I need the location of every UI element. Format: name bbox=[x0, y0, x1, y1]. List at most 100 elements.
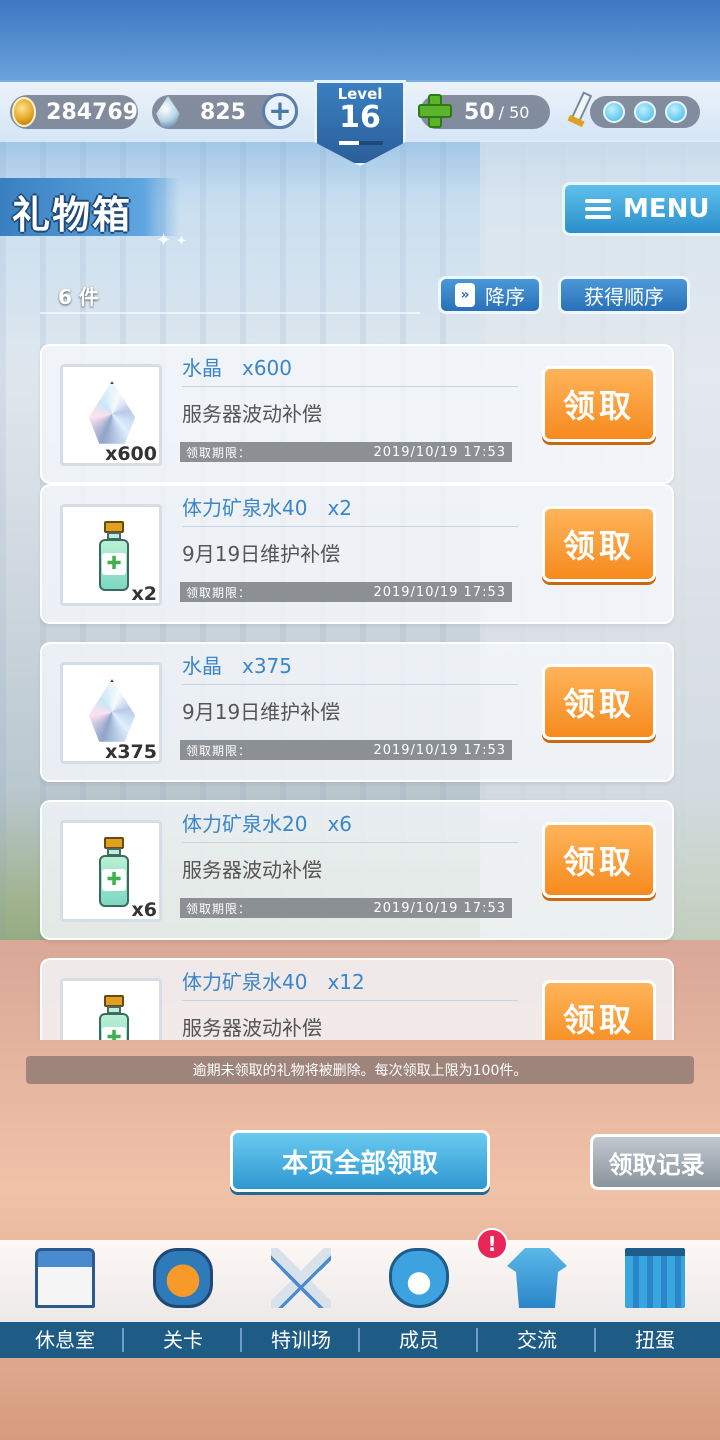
charge-dot-icon bbox=[665, 101, 688, 123]
nav-separator bbox=[122, 1328, 124, 1352]
claim-button[interactable]: 领取 bbox=[542, 822, 656, 898]
gift-description: 9月19日维护补偿 bbox=[182, 700, 341, 724]
divider bbox=[182, 1000, 518, 1001]
gift-card: x375 水晶 x375 9月19日维护补偿领取期限： 2019/10/19 17:5… bbox=[40, 642, 674, 782]
coat-icon bbox=[507, 1248, 567, 1308]
gem-icon bbox=[156, 96, 180, 128]
sort-direction-label: 降序 bbox=[485, 284, 525, 309]
gift-list[interactable]: x600 水晶 x600 服务器波动补偿 领取期限： 2019/10/19 17:53 领… bbox=[0, 330, 720, 1040]
coin-counter: 284769 bbox=[10, 95, 138, 129]
gift-quantity: x6 bbox=[131, 899, 157, 921]
claim-all-button[interactable]: 本页全部领取 bbox=[230, 1130, 490, 1192]
nav-item[interactable]: 成员 bbox=[360, 1244, 478, 1358]
claim-button[interactable]: 领取 bbox=[542, 506, 656, 582]
coin-value: 284769 bbox=[46, 99, 138, 125]
sparkle-icon: ✦ bbox=[176, 234, 187, 249]
nav-item[interactable]: 关卡 bbox=[124, 1244, 242, 1358]
expiry-label: 领取期限： bbox=[186, 901, 252, 916]
gift-expiry: 领取期限： 2019/10/19 17:53 bbox=[180, 582, 512, 602]
devil-icon bbox=[153, 1248, 213, 1308]
plus-icon: + bbox=[268, 94, 292, 127]
sort-order-button[interactable]: 获得顺序 bbox=[558, 276, 690, 314]
claim-button[interactable]: 领取 bbox=[542, 366, 656, 442]
coin-icon bbox=[12, 97, 37, 127]
bottle-icon: ✚ bbox=[99, 995, 129, 1040]
gift-thumbnail: x600 bbox=[60, 364, 162, 466]
school-icon bbox=[35, 1248, 95, 1308]
nav-item[interactable]: 特训场 bbox=[242, 1244, 360, 1358]
buy-gems-button[interactable]: + bbox=[262, 93, 298, 129]
nav-label: 特训场 bbox=[271, 1328, 331, 1352]
sparkle-icon: ✦ bbox=[156, 230, 172, 251]
nav-label: 关卡 bbox=[163, 1328, 203, 1352]
expiry-date: 2019/10/19 17:53 bbox=[373, 444, 506, 460]
sort-direction-button[interactable]: » 降序 bbox=[438, 276, 542, 314]
expiry-notice: 逾期未领取的礼物将被删除。每次领取上限为100件。 bbox=[26, 1056, 694, 1084]
nav-label: 扭蛋 bbox=[635, 1328, 675, 1352]
divider bbox=[182, 386, 518, 387]
gift-name: 体力矿泉水20 x6 bbox=[182, 812, 353, 836]
gift-expiry: 领取期限： 2019/10/19 17:53 bbox=[180, 442, 512, 462]
crystal-icon bbox=[88, 381, 136, 444]
expiry-date: 2019/10/19 17:53 bbox=[373, 742, 506, 758]
gift-thumbnail: ✚ x2 bbox=[60, 504, 162, 606]
gift-card: x600 水晶 x600 服务器波动补偿 领取期限： 2019/10/19 17:53 领… bbox=[40, 344, 674, 484]
gift-description: 服务器波动补偿 bbox=[182, 1016, 322, 1040]
charge-dot-icon bbox=[602, 101, 625, 123]
gift-count: 6 件 bbox=[58, 285, 99, 309]
level-number: 16 bbox=[339, 100, 381, 135]
gift-name: 水晶 x600 bbox=[182, 356, 293, 380]
sort-order-label: 获得顺序 bbox=[584, 284, 664, 309]
gift-expiry: 领取期限： 2019/10/19 17:53 bbox=[180, 740, 512, 760]
gem-value: 825 bbox=[200, 99, 246, 125]
chevron-down-icon: » bbox=[455, 283, 475, 307]
nav-separator bbox=[358, 1328, 360, 1352]
nav-label: 休息室 bbox=[35, 1328, 95, 1352]
gift-card: ✚x12体力矿泉水40 x12服务器波动补偿领取期限：2019/10/19 17… bbox=[40, 958, 674, 1040]
expiry-date: 2019/10/19 17:53 bbox=[373, 900, 506, 916]
gift-quantity: x600 bbox=[105, 443, 157, 465]
cat-icon bbox=[389, 1248, 449, 1308]
charge-dot-icon bbox=[633, 101, 656, 123]
crystal-icon bbox=[88, 679, 136, 742]
gift-description: 服务器波动补偿 bbox=[182, 402, 322, 426]
stamina-max: / 50 bbox=[498, 102, 530, 122]
divider bbox=[182, 526, 518, 527]
stamina-plus-icon[interactable] bbox=[416, 92, 454, 130]
gift-quantity: x2 bbox=[131, 583, 157, 605]
gift-thumbnail: ✚ x6 bbox=[60, 820, 162, 922]
menu-label: MENU bbox=[623, 194, 710, 224]
crossed-swords-icon bbox=[271, 1248, 331, 1308]
level-progress-bar bbox=[339, 141, 383, 145]
divider bbox=[40, 312, 420, 314]
nav-item[interactable]: 交流 bbox=[478, 1244, 596, 1358]
page-title: 礼物箱 bbox=[12, 193, 133, 237]
expiry-date: 2019/10/19 17:53 bbox=[373, 584, 506, 600]
gift-name: 体力矿泉水40 x12 bbox=[182, 970, 365, 994]
bottle-icon: ✚ bbox=[99, 521, 129, 593]
stamina-value: 50 bbox=[464, 99, 495, 125]
sword-icon bbox=[564, 92, 592, 130]
nav-label: 交流 bbox=[517, 1328, 557, 1352]
nav-separator bbox=[594, 1328, 596, 1352]
level-progress-fill bbox=[339, 141, 359, 145]
divider bbox=[182, 684, 518, 685]
gift-thumbnail: x375 bbox=[60, 662, 162, 764]
alert-badge: ! bbox=[476, 1228, 508, 1260]
expiry-label: 领取期限： bbox=[186, 445, 252, 460]
nav-separator bbox=[476, 1328, 478, 1352]
claim-button[interactable]: 领取 bbox=[542, 664, 656, 740]
claim-history-button[interactable]: 领取记录 bbox=[590, 1134, 720, 1190]
gift-card: ✚ x2 体力矿泉水40 x2 9月19日维护补偿 领取期限： 2019/10/19 17… bbox=[40, 484, 674, 624]
menu-button[interactable]: MENU bbox=[562, 182, 720, 236]
gift-name: 水晶 x375 bbox=[182, 654, 293, 678]
expiry-label: 领取期限： bbox=[186, 743, 252, 758]
gift-expiry: 领取期限： 2019/10/19 17:53 bbox=[180, 898, 512, 918]
gift-quantity: x375 bbox=[105, 741, 157, 763]
nav-item[interactable]: 扭蛋 bbox=[596, 1244, 714, 1358]
charge-indicator bbox=[590, 96, 700, 128]
divider bbox=[182, 842, 518, 843]
nav-item[interactable]: 休息室 bbox=[6, 1244, 124, 1358]
claim-button[interactable]: 领取 bbox=[542, 980, 656, 1040]
background-sky bbox=[0, 0, 720, 80]
